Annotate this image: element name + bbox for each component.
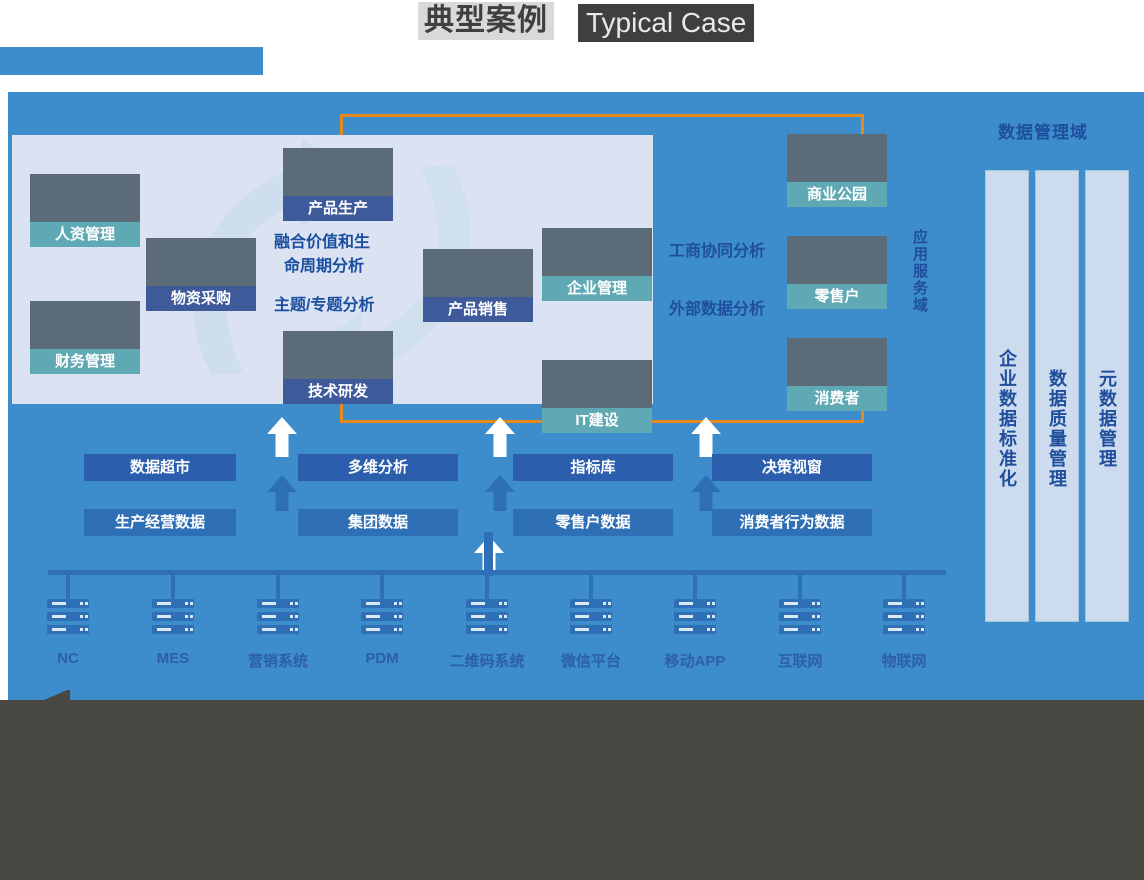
arrow-up-blue-2 bbox=[485, 475, 515, 511]
dm-column-data-quality-management[interactable]: 数据质量管理 bbox=[1035, 170, 1079, 622]
page-header: 典型案例 Typical Case bbox=[0, 0, 1144, 92]
source-label-internet[interactable]: 互联网 bbox=[750, 650, 850, 671]
label-external-analysis: 外部数据分析 bbox=[669, 301, 766, 318]
center-text-line1: 融合价值和生 bbox=[274, 234, 371, 251]
card-retailer[interactable]: 零售户 bbox=[787, 236, 887, 309]
server-rack-icon-pdm bbox=[361, 599, 403, 638]
source-label-wechat[interactable]: 微信平台 bbox=[541, 650, 641, 671]
card-consumer[interactable]: 消费者 bbox=[787, 338, 887, 411]
card-park[interactable]: 商业公园 bbox=[787, 134, 887, 207]
server-rack-icon-wechat bbox=[570, 599, 612, 638]
page-title-en: Typical Case bbox=[578, 4, 755, 42]
card-enterprise-photo bbox=[542, 228, 652, 276]
title-accent-bar bbox=[0, 47, 263, 75]
server-rack-icon-internet bbox=[779, 599, 821, 638]
server-rack-icon-mes bbox=[152, 599, 194, 638]
card-park-photo bbox=[787, 134, 887, 182]
stem-mes bbox=[171, 575, 175, 599]
server-rack-icon-iot bbox=[883, 599, 925, 638]
card-material-photo bbox=[146, 238, 256, 286]
arrow-up-white-3 bbox=[691, 417, 721, 457]
source-label-mes[interactable]: MES bbox=[133, 650, 213, 667]
card-finance-photo bbox=[30, 301, 140, 349]
card-it-photo bbox=[542, 360, 652, 408]
card-tech[interactable]: 技术研发 bbox=[283, 331, 393, 404]
box-indicator-library[interactable]: 指标库 bbox=[513, 454, 673, 481]
dm-column-label-2: 元数据管理 bbox=[1097, 369, 1117, 469]
box-multidimensional-analysis[interactable]: 多维分析 bbox=[298, 454, 458, 481]
card-produce[interactable]: 产品生产 bbox=[283, 148, 393, 221]
bracket-top bbox=[340, 114, 864, 137]
box-production-operation-data[interactable]: 生产经营数据 bbox=[84, 509, 236, 536]
stem-iot bbox=[902, 575, 906, 599]
source-label-iot[interactable]: 物联网 bbox=[854, 650, 954, 671]
card-hr-photo bbox=[30, 174, 140, 222]
dm-column-metadata-management[interactable]: 元数据管理 bbox=[1085, 170, 1129, 622]
server-rack-icon-mobileapp bbox=[674, 599, 716, 638]
card-finance[interactable]: 财务管理 bbox=[30, 301, 140, 374]
card-consumer-photo bbox=[787, 338, 887, 386]
box-decision-window[interactable]: 决策视窗 bbox=[712, 454, 872, 481]
arrow-up-white-2 bbox=[485, 417, 515, 457]
server-rack-icon-qrcode bbox=[466, 599, 508, 638]
server-rack-icon-marketing bbox=[257, 599, 299, 638]
card-tech-label: 技术研发 bbox=[283, 379, 393, 404]
label-application-service-domain: 应用服务域 bbox=[911, 229, 928, 314]
card-hr-label: 人资管理 bbox=[30, 222, 140, 247]
card-enterprise[interactable]: 企业管理 bbox=[542, 228, 652, 301]
card-produce-photo bbox=[283, 148, 393, 196]
arrow-up-blue-1 bbox=[267, 475, 297, 511]
arrow-up-white-1 bbox=[267, 417, 297, 457]
card-produce-label: 产品生产 bbox=[283, 196, 393, 221]
source-bus-line bbox=[48, 570, 946, 575]
label-commerce-analysis: 工商协同分析 bbox=[669, 243, 766, 260]
source-label-marketing[interactable]: 营销系统 bbox=[228, 650, 328, 671]
box-group-data[interactable]: 集团数据 bbox=[298, 509, 458, 536]
bus-center-stem bbox=[484, 532, 493, 576]
dm-column-label-0: 企业数据标准化 bbox=[997, 349, 1017, 489]
box-retailer-data[interactable]: 零售户数据 bbox=[513, 509, 673, 536]
box-data-supermarket[interactable]: 数据超市 bbox=[84, 454, 236, 481]
stem-wechat bbox=[589, 575, 593, 599]
stem-internet bbox=[798, 575, 802, 599]
card-sales[interactable]: 产品销售 bbox=[423, 249, 533, 322]
card-sales-photo bbox=[423, 249, 533, 297]
stem-mobileapp bbox=[693, 575, 697, 599]
source-label-nc[interactable]: NC bbox=[28, 650, 108, 667]
card-retailer-label: 零售户 bbox=[787, 284, 887, 309]
card-retailer-photo bbox=[787, 236, 887, 284]
stem-marketing bbox=[276, 575, 280, 599]
source-label-pdm[interactable]: PDM bbox=[342, 650, 422, 667]
page-title-zh: 典型案例 bbox=[418, 2, 554, 40]
card-it-label: IT建设 bbox=[542, 408, 652, 433]
card-park-label: 商业公园 bbox=[787, 182, 887, 207]
internal-domain-panel: 人资管理 财务管理 物资采购 产品生产 产品销售 技术研发 企业管理 IT建设 … bbox=[12, 135, 653, 433]
diagram-canvas: 人资管理 财务管理 物资采购 产品生产 产品销售 技术研发 企业管理 IT建设 … bbox=[8, 92, 1144, 712]
server-rack-icon-nc bbox=[47, 599, 89, 638]
stem-qrcode bbox=[485, 575, 489, 599]
card-tech-photo bbox=[283, 331, 393, 379]
source-label-mobileapp[interactable]: 移动APP bbox=[640, 650, 750, 671]
card-material[interactable]: 物资采购 bbox=[146, 238, 256, 311]
card-it[interactable]: IT建设 bbox=[542, 360, 652, 433]
bottom-overlay bbox=[0, 700, 1144, 880]
data-management-domain-title: 数据管理域 bbox=[998, 123, 1088, 142]
center-text-line2: 命周期分析 bbox=[284, 258, 365, 275]
card-consumer-label: 消费者 bbox=[787, 386, 887, 411]
card-hr[interactable]: 人资管理 bbox=[30, 174, 140, 247]
stem-nc bbox=[66, 575, 70, 599]
box-consumer-behavior-data[interactable]: 消费者行为数据 bbox=[712, 509, 872, 536]
dm-column-label-1: 数据质量管理 bbox=[1047, 369, 1067, 489]
stem-pdm bbox=[380, 575, 384, 599]
source-label-qrcode[interactable]: 二维码系统 bbox=[427, 650, 547, 671]
dm-column-enterprise-data-standardization[interactable]: 企业数据标准化 bbox=[985, 170, 1029, 622]
card-sales-label: 产品销售 bbox=[423, 297, 533, 322]
card-material-label: 物资采购 bbox=[146, 286, 256, 311]
card-enterprise-label: 企业管理 bbox=[542, 276, 652, 301]
center-text-line3: 主题/专题分析 bbox=[274, 297, 375, 314]
card-finance-label: 财务管理 bbox=[30, 349, 140, 374]
